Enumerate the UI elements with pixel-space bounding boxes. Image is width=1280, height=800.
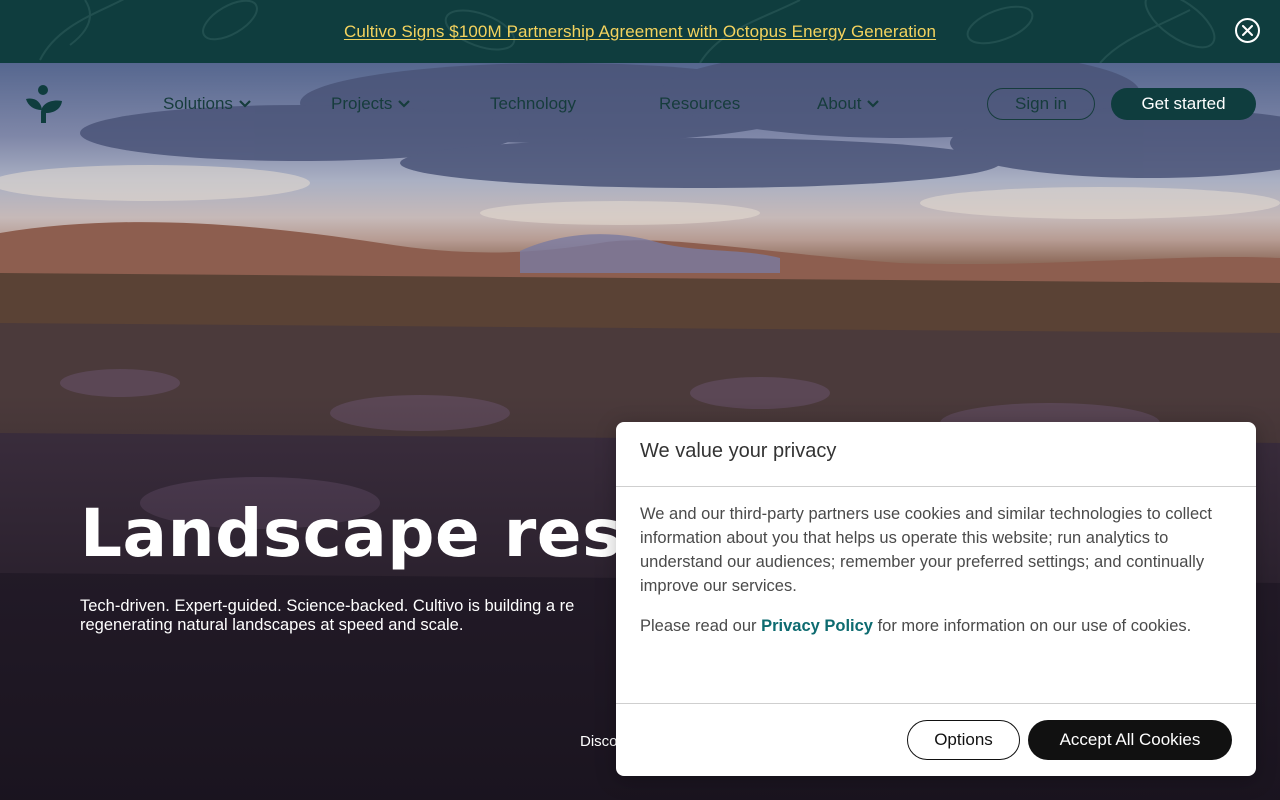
nav-projects-label: Projects	[331, 94, 393, 113]
cookie-paragraph-2-before: Please read our	[640, 617, 762, 635]
chevron-down-icon	[867, 100, 880, 108]
main-nav: Solutions Projects Technology Resources …	[0, 63, 1280, 145]
close-icon	[1242, 25, 1253, 36]
privacy-policy-link[interactable]: Privacy Policy	[761, 617, 873, 635]
divider	[616, 703, 1256, 704]
cultivo-sprout-logo-icon[interactable]	[24, 83, 66, 125]
hero-subtitle: Tech-driven. Expert-guided. Science-back…	[80, 597, 575, 634]
divider	[616, 486, 1256, 487]
close-announcement-button[interactable]	[1235, 18, 1260, 43]
sign-in-button[interactable]: Sign in	[987, 88, 1095, 120]
nav-solutions-label: Solutions	[163, 94, 233, 113]
cookie-dialog-body: We and our third-party partners use cook…	[640, 502, 1236, 638]
hero-title: Landscape resil	[80, 495, 640, 572]
cookie-options-button[interactable]: Options	[907, 720, 1020, 760]
cookie-consent-dialog: We value your privacy We and our third-p…	[616, 422, 1256, 776]
announcement-bar: Cultivo Signs $100M Partnership Agreemen…	[0, 0, 1280, 63]
nav-solutions[interactable]: Solutions	[163, 93, 251, 115]
nav-technology-label: Technology	[490, 94, 577, 113]
nav-resources-label: Resources	[659, 94, 741, 113]
announcement-link[interactable]: Cultivo Signs $100M Partnership Agreemen…	[344, 22, 936, 42]
chevron-down-icon	[239, 100, 251, 108]
accept-all-cookies-button[interactable]: Accept All Cookies	[1028, 720, 1232, 760]
nav-about[interactable]: About	[817, 93, 880, 115]
get-started-button[interactable]: Get started	[1111, 88, 1256, 120]
nav-about-label: About	[817, 94, 862, 113]
cookie-paragraph-2: Please read our Privacy Policy for more …	[640, 614, 1236, 638]
cookie-dialog-title: We value your privacy	[640, 440, 837, 462]
nav-technology[interactable]: Technology	[490, 93, 576, 115]
discover-link[interactable]: Disco	[580, 733, 616, 753]
chevron-down-icon	[398, 100, 411, 108]
nav-resources[interactable]: Resources	[659, 93, 740, 115]
nav-projects[interactable]: Projects	[331, 93, 411, 115]
cookie-paragraph-2-after: for more information on our use of cooki…	[873, 617, 1192, 635]
cookie-paragraph-1: We and our third-party partners use cook…	[640, 505, 1212, 595]
